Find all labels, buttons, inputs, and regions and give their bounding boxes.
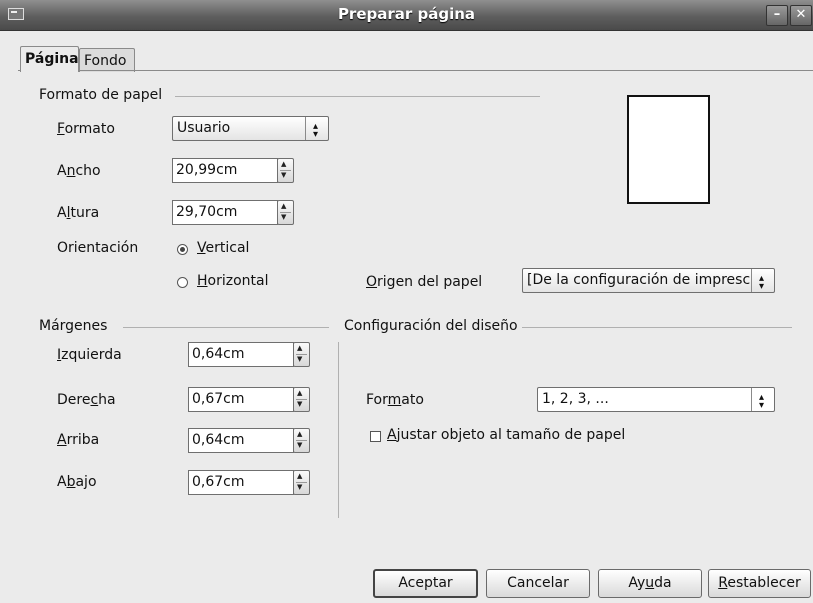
format-label: Formato [57,121,115,137]
minimize-icon: – [773,7,781,22]
height-input[interactable]: 29,70cm [172,200,278,225]
radio-vertical[interactable] [177,244,188,255]
margins-heading: Márgenes [39,318,108,334]
select-arrows-icon [751,267,774,298]
reset-button[interactable]: Restablecer [708,569,811,598]
right-margin-label: Derecha [57,392,116,408]
radio-horizontal[interactable] [177,277,188,288]
minimize-button[interactable]: – [766,5,788,26]
bottom-margin-spin-button[interactable] [293,470,310,495]
height-label: Altura [57,205,100,221]
number-format-value: 1, 2, 3, ... [542,391,609,407]
section-separator [338,342,339,518]
left-margin-input[interactable]: 0,64cm [188,342,294,367]
select-arrows-icon [305,115,328,146]
width-input[interactable]: 20,99cm [172,158,278,183]
format-select[interactable]: Usuario [172,115,329,146]
paper-source-select[interactable]: [De la configuración de impresc [522,267,775,298]
top-margin-label: Arriba [57,432,100,448]
paper-source-value: [De la configuración de impresc [527,272,751,288]
right-margin-input[interactable]: 0,67cm [188,387,294,412]
close-icon: ✕ [795,7,807,22]
page-preview [627,95,710,204]
width-spin-button[interactable] [277,158,294,183]
fit-to-paper-checkbox[interactable] [370,431,381,442]
help-button[interactable]: Ayuda [598,569,702,598]
window-title: Preparar página [337,5,476,23]
number-format-label: Formato [366,392,424,408]
paper-format-heading: Formato de papel [39,87,163,103]
page-setup-dialog: Preparar página – ✕ Página Fondo Formato… [0,0,813,603]
width-label: Ancho [57,163,101,179]
layout-settings-heading: Configuración del diseño [344,318,518,334]
bottom-margin-label: Abajo [57,474,97,490]
ok-button[interactable]: Aceptar [373,569,478,598]
cancel-button[interactable]: Cancelar [486,569,590,598]
horizontal-label[interactable]: Horizontal [197,273,269,289]
fit-to-paper-label[interactable]: Ajustar objeto al tamaño de papel [387,427,625,443]
tab-panel-border [18,70,813,71]
orientation-label: Orientación [57,240,139,256]
bottom-margin-input[interactable]: 0,67cm [188,470,294,495]
number-format-select[interactable]: 1, 2, 3, ... [537,386,775,417]
paper-format-divider [175,96,540,97]
right-margin-spin-button[interactable] [293,387,310,412]
left-margin-label: Izquierda [57,347,122,363]
title-bar[interactable]: Preparar página – ✕ [0,0,813,31]
margins-divider [123,327,329,328]
select-arrows-icon [751,386,774,417]
layout-settings-divider [522,327,792,328]
top-margin-spin-button[interactable] [293,428,310,453]
tab-fondo[interactable]: Fondo [79,48,135,72]
vertical-label[interactable]: Vertical [197,240,249,256]
tab-pagina[interactable]: Página [20,46,79,72]
height-spin-button[interactable] [277,200,294,225]
top-margin-input[interactable]: 0,64cm [188,428,294,453]
close-button[interactable]: ✕ [790,5,812,26]
format-select-value: Usuario [177,120,231,136]
left-margin-spin-button[interactable] [293,342,310,367]
paper-source-label: Origen del papel [366,274,483,290]
